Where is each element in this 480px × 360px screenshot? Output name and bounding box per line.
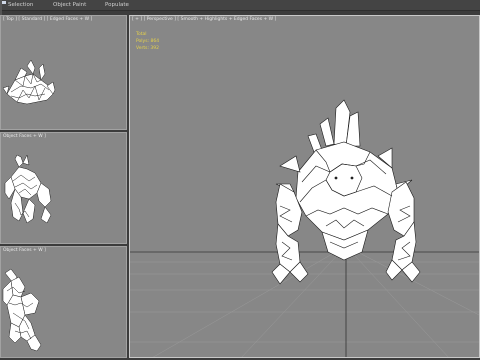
viewport-top[interactable]: [ Top ] [ Standard ] [ Edged Faces + W ] (0, 15, 127, 130)
menu-populate[interactable]: Populate (105, 1, 129, 9)
viewport-perspective[interactable]: [ + ] [ Perspective ] [ Smooth + Highlig… (129, 15, 480, 358)
model-eye (350, 176, 354, 180)
viewport-front[interactable]: Object Faces + W ] (0, 132, 127, 244)
extra-menu-icon (2, 1, 6, 4)
mesh-top-view (2, 59, 56, 105)
menu-selection[interactable]: Selection (8, 1, 33, 9)
model-eye (334, 176, 338, 180)
viewport-left[interactable]: Object Faces + W ] (0, 246, 127, 358)
mesh-front-view (4, 154, 52, 224)
app-window: Selection Object Paint Populate [ Top ] … (0, 0, 480, 360)
ribbon-menu-bar: Selection Object Paint Populate (0, 0, 480, 20)
menu-object-paint[interactable]: Object Paint (53, 1, 86, 9)
mesh-perspective-view (271, 99, 421, 285)
mesh-left-view (2, 268, 42, 352)
